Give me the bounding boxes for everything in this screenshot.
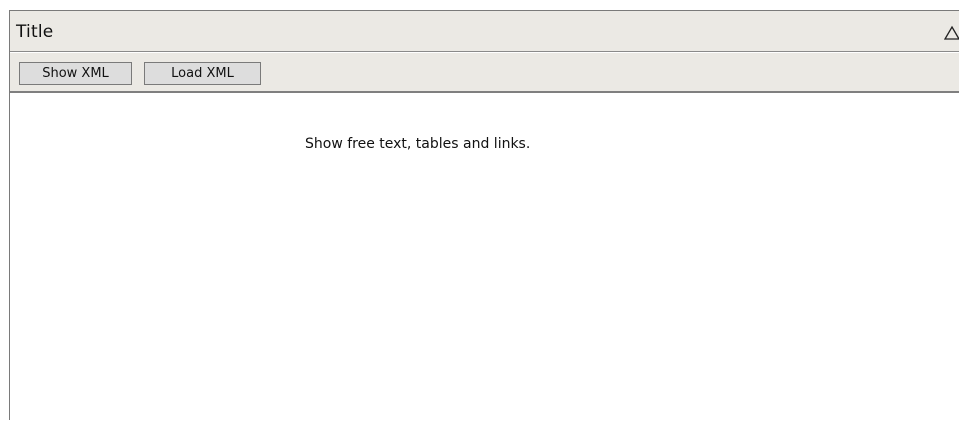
title-bar: Title (10, 11, 959, 52)
show-xml-button[interactable]: Show XML (19, 62, 132, 85)
load-xml-button[interactable]: Load XML (144, 62, 261, 85)
collapse-icon[interactable] (944, 25, 959, 41)
content-area: Show free text, tables and links. (10, 95, 959, 421)
toolbar: Show XML Load XML (10, 53, 959, 93)
window-title: Title (16, 22, 54, 42)
panel-window: Title Show XML Load XML Show free text, … (9, 10, 959, 421)
content-text: Show free text, tables and links. (305, 136, 531, 152)
